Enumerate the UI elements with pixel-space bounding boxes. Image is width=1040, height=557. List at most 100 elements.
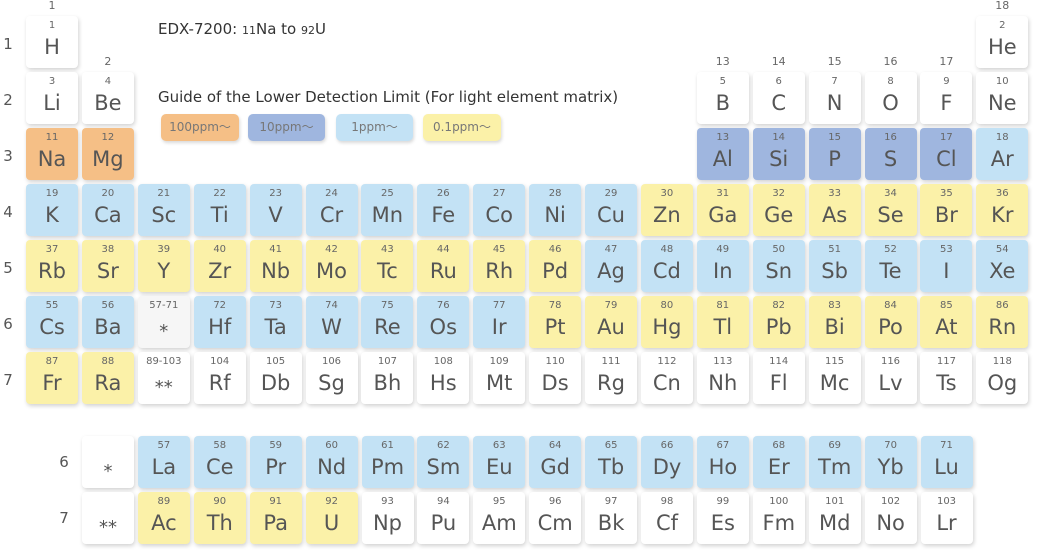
atomic-number: 6: [775, 76, 782, 87]
element-symbol: N: [826, 91, 843, 115]
element-tl: 81 Tl: [696, 296, 749, 348]
element-ca: 20 Ca: [81, 184, 134, 236]
element-symbol: In: [713, 259, 733, 283]
element-symbol: Bk: [597, 511, 625, 535]
fblock-element-ac: 89 Ac: [137, 492, 190, 544]
element-symbol: Db: [260, 371, 291, 395]
element-sr: 38 Sr: [81, 240, 134, 292]
atomic-number: 90: [213, 496, 227, 507]
element-symbol: Tl: [713, 315, 733, 339]
element-b: 5B: [696, 72, 749, 124]
element-f: 9F: [920, 72, 973, 124]
atomic-number: 25: [381, 188, 394, 199]
atomic-number: 38: [101, 244, 115, 255]
element-nb: 41 Nb: [249, 240, 302, 292]
atomic-number: 80: [660, 300, 674, 311]
atomic-number: 68: [772, 440, 786, 451]
element-si: 14 Si: [752, 128, 805, 180]
atomic-number: 37: [45, 244, 59, 255]
element-symbol: Cl: [936, 147, 957, 171]
element-ts: 117 Ts: [920, 352, 973, 404]
atomic-number: 85: [940, 300, 953, 311]
atomic-number: 60: [325, 440, 338, 451]
element-symbol: Ga: [708, 203, 738, 227]
element-symbol: Pa: [263, 511, 288, 535]
element-symbol: No: [876, 511, 905, 535]
element-symbol: Md: [818, 511, 851, 535]
element-ag: 47 Ag: [585, 240, 637, 292]
element-symbol: Sb: [821, 259, 848, 283]
fblock-element-er: 68 Er: [752, 436, 805, 488]
element-lanthanide-placeholder: 57-71 *: [137, 296, 190, 348]
atomic-number: 49: [716, 244, 730, 255]
element-symbol: Xe: [989, 259, 1016, 283]
element-symbol: Np: [372, 511, 403, 535]
atomic-number: 94: [437, 496, 450, 507]
fblock-element-np: 93 Np: [361, 492, 414, 544]
fblock-element-ho: 67 Ho: [696, 436, 749, 488]
element-hg: 80 Hg: [640, 296, 693, 348]
fblock-element-fm: 100 Fm: [752, 492, 805, 544]
element-symbol: Dy: [652, 455, 682, 479]
atomic-number: 63: [492, 440, 506, 451]
atomic-number: 108: [433, 356, 453, 367]
element-fr: 87 Fr: [26, 352, 78, 404]
element-symbol: P: [828, 147, 841, 171]
element-symbol: Fm: [762, 511, 796, 535]
atomic-number: 50: [772, 244, 786, 255]
atomic-number: 98: [660, 496, 674, 507]
atomic-number: 33: [828, 188, 841, 199]
element-ar: 18 Ar: [976, 128, 1029, 180]
atomic-number: 105: [266, 356, 286, 367]
atomic-number: 13: [716, 132, 730, 143]
element-symbol: Br: [934, 203, 958, 227]
element-symbol: Mo: [316, 259, 347, 283]
atomic-number: 3: [48, 76, 56, 87]
title-to-word: to: [276, 20, 301, 38]
element-symbol: Es: [710, 511, 735, 535]
element-ni: 28 Ni: [529, 184, 582, 236]
element-rb: 37 Rb: [26, 240, 78, 292]
element-v: 23 V: [249, 184, 302, 236]
element-zn: 30 Zn: [640, 184, 693, 236]
group-label-18: 18: [995, 0, 1010, 12]
atomic-number: 102: [881, 496, 901, 507]
element-symbol: Fl: [769, 371, 788, 395]
atomic-number: 55: [45, 300, 59, 311]
atomic-number: 89-103: [146, 356, 182, 367]
element-symbol: Cd: [652, 259, 681, 283]
element-rf: 104 Rf: [193, 352, 246, 404]
atomic-number: 35: [940, 188, 953, 199]
element-cs: 55 Cs: [26, 296, 78, 348]
fblock-element-actinide-placeholder: **: [82, 492, 134, 544]
atomic-number: 47: [604, 244, 618, 255]
element-symbol: Li: [43, 91, 61, 115]
element-symbol: Ds: [541, 371, 569, 395]
element-symbol: Hf: [208, 315, 232, 339]
element-mt: 109 Mt: [473, 352, 526, 404]
element-symbol: Tb: [598, 455, 625, 479]
element-symbol: Nh: [708, 371, 738, 395]
period-label-5: 5: [3, 259, 13, 277]
fblock-period-label-7: 7: [59, 509, 69, 527]
element-zr: 40 Zr: [193, 240, 246, 292]
atomic-number: 110: [545, 356, 565, 367]
element-symbol: Ce: [206, 455, 234, 479]
element-db: 105 Db: [249, 352, 302, 404]
element-symbol: Lu: [934, 455, 959, 479]
element-symbol: Yb: [877, 455, 904, 479]
element-ti: 22 Ti: [193, 184, 246, 236]
atomic-number: 59: [269, 440, 283, 451]
element-symbol: S: [883, 147, 898, 171]
element-symbol: Y: [157, 259, 171, 283]
element-symbol: Rb: [38, 259, 66, 283]
element-symbol: Cf: [655, 511, 679, 535]
element-rn: 86 Rn: [976, 296, 1029, 348]
atomic-number: 101: [825, 496, 845, 507]
atomic-number: 20: [101, 188, 115, 199]
element-symbol: Gd: [540, 455, 570, 479]
fblock-element-pr: 59 Pr: [249, 436, 302, 488]
title-from-number: 11: [241, 24, 256, 37]
element-fe: 26 Fe: [417, 184, 470, 236]
element-symbol: Kr: [991, 203, 1014, 227]
